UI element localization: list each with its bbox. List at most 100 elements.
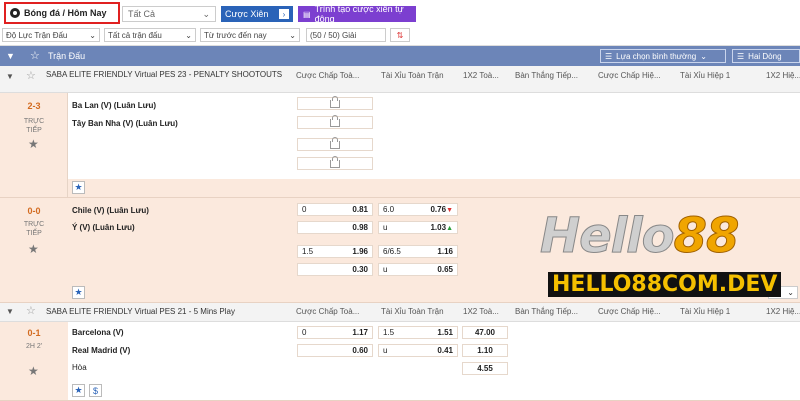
- logo-number-part: 88: [673, 208, 740, 265]
- match-score: 0-0: [27, 206, 41, 216]
- draw-label: Hòa: [72, 363, 87, 372]
- handicap-odds-cell[interactable]: 0 0.81: [297, 203, 373, 216]
- sort-mode-select[interactable]: ☰ Lựa chọn bình thường ⌄: [600, 49, 726, 63]
- over-under-odds-cell[interactable]: u 0.41: [378, 344, 458, 357]
- league-count-select[interactable]: (50 / 50) Giải: [306, 28, 386, 42]
- handicap-line: 1.5: [302, 247, 314, 256]
- match-filter-value: Tất cả trận đấu: [108, 30, 162, 40]
- lock-icon: [330, 114, 340, 127]
- chevron-down-icon: ⌄: [185, 30, 192, 40]
- handicap-odds-cell[interactable]: 1.5 1.96: [297, 245, 373, 258]
- away-team: Real Madrid (V): [72, 346, 131, 355]
- odds-value: 0.98: [352, 223, 368, 232]
- favorite-star-icon[interactable]: ★: [28, 242, 39, 256]
- odds-value: 1.16: [437, 247, 453, 256]
- handicap-odds-cell[interactable]: 0.60: [297, 344, 373, 357]
- odds-table-header: ▼ ☆ Trận Đấu ☰ Lựa chọn bình thường ⌄ ☰ …: [0, 46, 800, 66]
- collapse-icon[interactable]: ▼: [6, 72, 14, 81]
- 1x2-odds-cell[interactable]: 47.00: [462, 326, 508, 339]
- col-next-goal: Bàn Thắng Tiếp...: [515, 307, 579, 316]
- odds-value: 47.00: [474, 328, 496, 337]
- over-under-odds-cell[interactable]: 1.5 1.51: [378, 326, 458, 339]
- odds-down-icon: ▼: [446, 207, 453, 214]
- chevron-down-icon: ⌄: [700, 51, 707, 61]
- col-handicap-ft: Cược Chấp Toà...: [296, 71, 360, 80]
- league-row[interactable]: ▼ ☆ SABA ELITE FRIENDLY Virtual PES 23 -…: [0, 66, 800, 93]
- odds-value: 1.03: [430, 223, 447, 232]
- handicap-odds-cell[interactable]: 0.30: [297, 263, 373, 276]
- locked-odds: [297, 155, 373, 170]
- match-actions: ★: [72, 181, 85, 194]
- league-row[interactable]: ▼ ☆ SABA ELITE FRIENDLY Virtual PES 21 -…: [0, 303, 800, 322]
- odds-value: 4.55: [477, 364, 493, 373]
- chevron-right-icon: ›: [279, 9, 289, 19]
- list-icon: ☰: [605, 51, 613, 61]
- handicap-line: 0: [302, 205, 307, 214]
- dollar-icon[interactable]: $: [89, 384, 102, 397]
- favorite-star-icon[interactable]: ★: [72, 286, 85, 299]
- over-under-odds-cell[interactable]: 6/6.5 1.16: [378, 245, 458, 258]
- collapse-icon[interactable]: ▼: [6, 307, 14, 316]
- league-filter-select[interactable]: Độ Lực Trận Đấu ⌄: [2, 28, 100, 42]
- collapse-all-icon[interactable]: ▼: [6, 51, 15, 61]
- away-team: Tây Ban Nha (V) (Luân Lưu): [72, 119, 178, 128]
- hello88-logo: Hello88: [540, 208, 740, 265]
- over-under-odds-cell[interactable]: 6.0 0.76▼: [378, 203, 458, 216]
- under-label: u: [383, 265, 388, 274]
- handicap-odds-cell[interactable]: 0 1.17: [297, 326, 373, 339]
- under-label: u: [383, 223, 388, 232]
- over-under-odds-cell[interactable]: u 1.03▲: [378, 221, 458, 234]
- col-handicap-h1: Cược Chấp Hiệ...: [598, 307, 661, 316]
- odds-value: 0.41: [437, 346, 453, 355]
- col-over-under-h1: Tài Xỉu Hiệp 1: [680, 71, 731, 80]
- col-1x2-ft: 1X2 Toà...: [463, 71, 499, 80]
- view-mode-select[interactable]: ☰ Hai Dòng: [732, 49, 800, 63]
- favorite-star-icon[interactable]: ☆: [26, 304, 36, 317]
- 1x2-odds-cell[interactable]: 4.55: [462, 362, 508, 375]
- col-next-goal: Bàn Thắng Tiếp...: [515, 71, 579, 80]
- total-line: 6/6.5: [383, 247, 401, 256]
- sort-icon[interactable]: ⇅: [390, 28, 410, 42]
- handicap-odds-cell[interactable]: 0.98: [297, 221, 373, 234]
- parlay-builder-icon: ▤: [303, 9, 311, 19]
- match-actions: ★: [72, 286, 85, 299]
- odds-value: 0.81: [352, 205, 368, 214]
- home-team: Ba Lan (V) (Luân Lưu): [72, 101, 157, 110]
- favorite-star-icon[interactable]: ★: [72, 384, 85, 397]
- match-filter-select[interactable]: Tất cả trận đấu ⌄: [104, 28, 196, 42]
- odds-value: 1.17: [352, 328, 368, 337]
- league-name: SABA ELITE FRIENDLY Virtual PES 21 - 5 M…: [46, 307, 235, 316]
- favorite-star-icon[interactable]: ★: [28, 137, 39, 151]
- odds-value: 1.10: [477, 346, 493, 355]
- match-state: TRỰC TIẾP: [23, 221, 45, 237]
- chevron-down-icon: ⌄: [89, 30, 96, 40]
- col-1x2-ft: 1X2 Toà...: [463, 307, 499, 316]
- time-filter-value: Từ trước đến nay: [204, 30, 267, 40]
- match-block: 2-3 TRỰC TIẾP ★ Ba Lan (V) (Luân Lưu) Tâ…: [0, 93, 800, 198]
- sport-date-tab[interactable]: Bóng đá / Hôm Nay: [4, 2, 120, 24]
- league-name: SABA ELITE FRIENDLY Virtual PES 23 - PEN…: [46, 70, 283, 79]
- time-filter-select[interactable]: Từ trước đến nay ⌄: [200, 28, 300, 42]
- chevron-down-icon: ⌄: [202, 8, 210, 19]
- market-select[interactable]: Tất Cả ⌄: [122, 6, 216, 22]
- match-state: TRỰC TIẾP: [23, 118, 45, 134]
- 1x2-odds-cell[interactable]: 1.10: [462, 344, 508, 357]
- favorite-star-icon[interactable]: ★: [28, 364, 39, 378]
- parlay-label: Cược Xiên: [225, 9, 269, 19]
- match-actions: ★ $: [72, 384, 102, 397]
- home-team: Barcelona (V): [72, 328, 124, 337]
- col-over-under-ft: Tài Xỉu Toàn Trận: [381, 307, 444, 316]
- odds-value: 0.65: [437, 265, 453, 274]
- auto-parlay-button[interactable]: ▤ Trình tạo cược xiên tự động: [298, 4, 416, 24]
- col-handicap-h1: Cược Chấp Hiệ...: [598, 71, 661, 80]
- odds-value: 1.51: [437, 328, 453, 337]
- chevron-down-icon: ⌄: [787, 288, 794, 297]
- filter-row: Độ Lực Trận Đấu ⌄ Tất cả trận đấu ⌄ Từ trư…: [0, 27, 800, 46]
- favorite-star-icon[interactable]: ☆: [26, 69, 36, 82]
- odds-up-icon: ▲: [446, 225, 453, 232]
- favorite-star-icon[interactable]: ☆: [30, 49, 40, 62]
- parlay-button[interactable]: Cược Xiên ›: [221, 6, 293, 22]
- favorite-star-icon[interactable]: ★: [72, 181, 85, 194]
- total-line: 1.5: [383, 328, 395, 337]
- over-under-odds-cell[interactable]: u 0.65: [378, 263, 458, 276]
